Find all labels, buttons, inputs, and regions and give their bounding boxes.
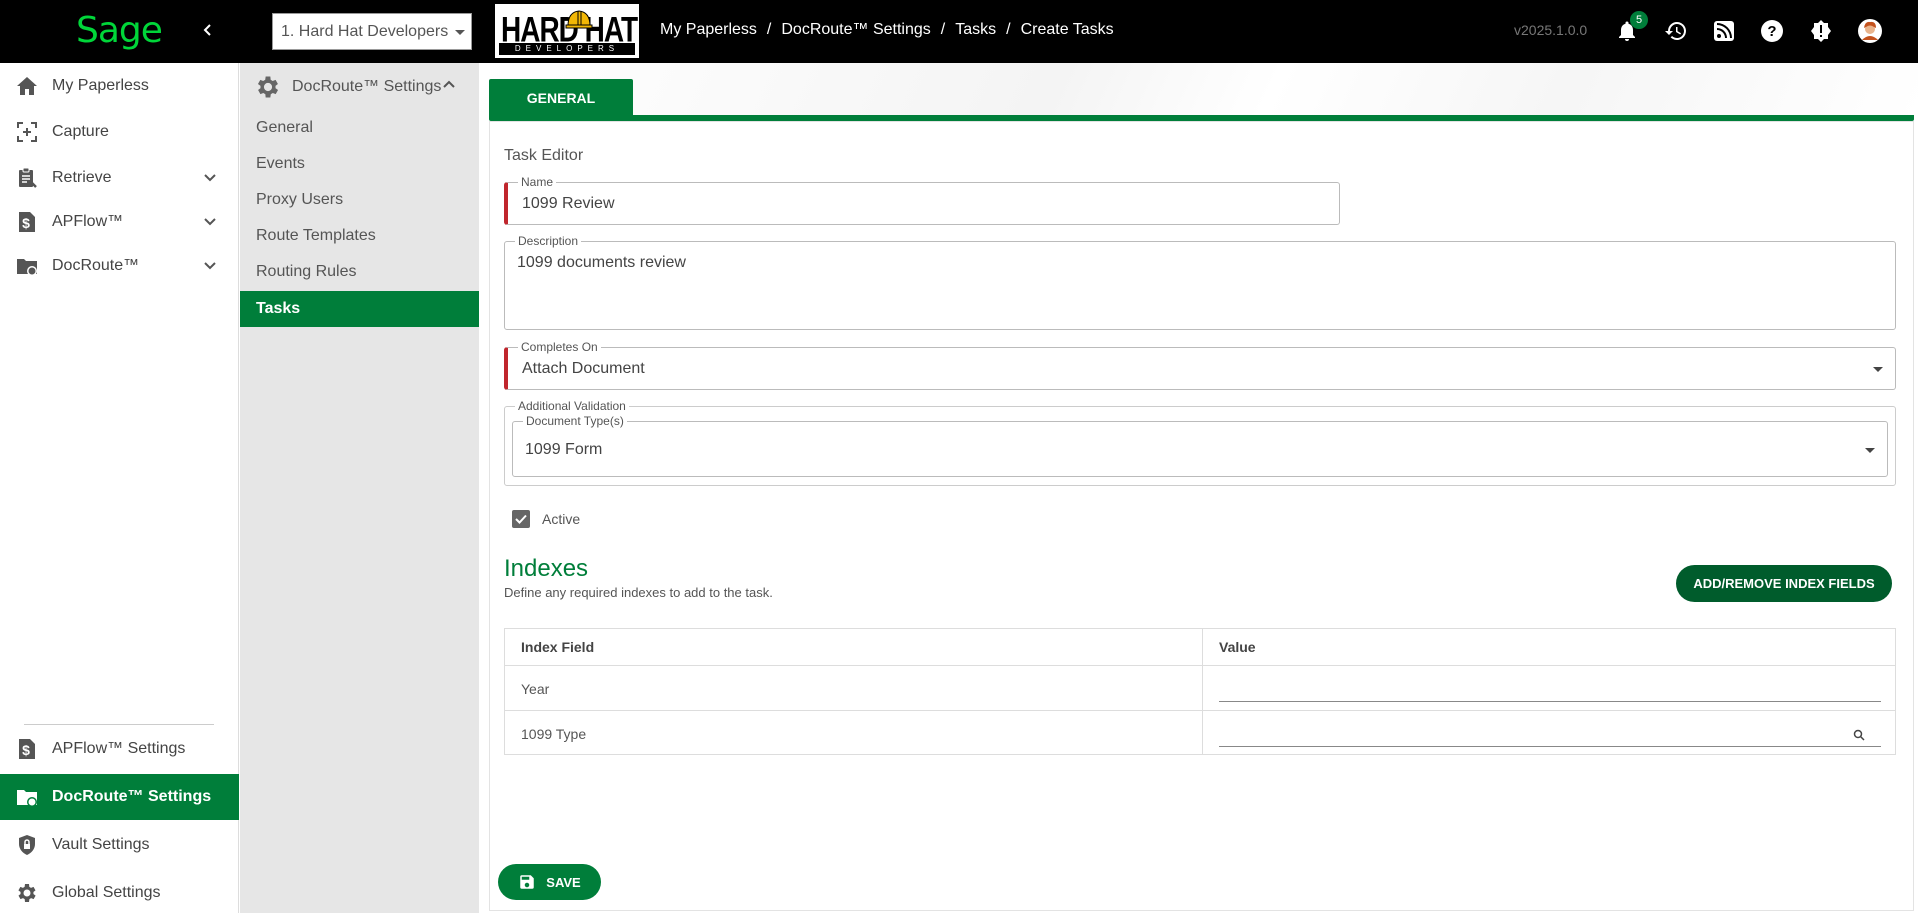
subnav-item-events[interactable]: Events xyxy=(240,146,479,182)
indexes-title: Indexes xyxy=(504,555,589,582)
name-field[interactable]: Name 1099 Review xyxy=(504,175,1340,225)
sidebar-item-docroute-settings[interactable]: DocRoute™ Settings xyxy=(0,774,239,820)
breadcrumb: My Paperless / DocRoute™ Settings / Task… xyxy=(660,21,1114,39)
subnav-item-proxy-users[interactable]: Proxy Users xyxy=(240,182,479,218)
checkbox-checked-icon xyxy=(512,510,530,528)
shield-lock-icon xyxy=(14,832,40,858)
subnav-item-tasks[interactable]: Tasks xyxy=(240,291,479,327)
collapse-sidebar-icon[interactable] xyxy=(196,18,220,42)
chevron-up-icon xyxy=(442,77,462,97)
folder-route-icon xyxy=(14,784,40,810)
table-row-field: 1099 Type xyxy=(521,726,587,742)
document-types-select[interactable]: Document Type(s) 1099 Form xyxy=(512,414,1888,477)
chevron-down-icon xyxy=(1865,448,1875,453)
user-avatar[interactable] xyxy=(1855,16,1885,46)
breadcrumb-tasks[interactable]: Tasks xyxy=(955,21,996,39)
svg-text:$: $ xyxy=(22,742,30,758)
chevron-down-icon xyxy=(455,30,465,35)
main-sidebar: My Paperless Capture Retrieve $ APFlow™ … xyxy=(0,63,239,913)
sidebar-divider xyxy=(24,724,214,725)
folder-route-icon xyxy=(14,253,40,279)
description-field[interactable]: Description 1099 documents review xyxy=(504,234,1896,330)
indexes-subtitle: Define any required indexes to add to th… xyxy=(504,585,773,600)
home-icon xyxy=(14,73,40,99)
dollar-doc-icon: $ xyxy=(14,209,40,235)
column-header-index-field: Index Field xyxy=(521,639,595,655)
save-icon xyxy=(520,875,535,889)
breadcrumb-my-paperless[interactable]: My Paperless xyxy=(660,21,757,39)
subnav-header-docroute-settings[interactable]: DocRoute™ Settings xyxy=(240,63,479,111)
task-editor-card xyxy=(489,121,1914,911)
rss-icon[interactable] xyxy=(1709,16,1739,46)
sidebar-item-capture[interactable]: Capture xyxy=(0,109,239,155)
main-content: GENERAL Task Editor Name 1099 Review Des… xyxy=(480,63,1918,913)
table-row-field: Year xyxy=(521,681,550,697)
history-icon[interactable] xyxy=(1661,16,1691,46)
sidebar-item-docroute[interactable]: DocRoute™ xyxy=(0,243,239,289)
chevron-down-icon xyxy=(200,168,220,188)
company-logo-subtext: DEVELOPERS xyxy=(499,43,635,55)
year-value-input[interactable] xyxy=(1219,674,1881,702)
gear-icon xyxy=(254,73,282,101)
company-logo: HARD HAT DEVELOPERS xyxy=(494,3,640,59)
hardhat-icon xyxy=(565,10,593,29)
task-editor-title: Task Editor xyxy=(504,147,584,164)
description-value: 1099 documents review xyxy=(517,254,686,271)
sidebar-item-my-paperless[interactable]: My Paperless xyxy=(0,63,239,109)
completes-on-value: Attach Document xyxy=(522,360,645,377)
sidebar-item-apflow-settings[interactable]: $ APFlow™ Settings xyxy=(0,726,239,772)
company-select-value: 1. Hard Hat Developers xyxy=(281,22,449,40)
subnav-item-route-templates[interactable]: Route Templates xyxy=(240,218,479,254)
help-icon[interactable]: ? xyxy=(1757,16,1787,46)
tab-general[interactable]: GENERAL xyxy=(489,79,633,117)
column-header-value: Value xyxy=(1219,639,1256,655)
version-label: v2025.1.0.0 xyxy=(1514,22,1588,38)
breadcrumb-docroute-settings[interactable]: DocRoute™ Settings xyxy=(781,21,930,39)
company-select[interactable]: 1. Hard Hat Developers xyxy=(272,13,472,50)
1099-type-value-input[interactable] xyxy=(1219,719,1881,747)
dollar-doc-icon: $ xyxy=(14,736,40,762)
chevron-down-icon xyxy=(1873,367,1883,372)
active-checkbox[interactable]: Active xyxy=(512,510,580,528)
breadcrumb-current: Create Tasks xyxy=(1020,21,1114,38)
sidebar-item-retrieve[interactable]: Retrieve xyxy=(0,155,239,201)
top-bar: Sage 1. Hard Hat Developers HARD HAT DEV… xyxy=(0,0,1918,63)
document-types-value: 1099 Form xyxy=(525,441,603,458)
sage-logo[interactable]: Sage xyxy=(76,10,163,51)
completes-on-select[interactable]: Completes On Attach Document xyxy=(504,340,1896,390)
subnav-item-general[interactable]: General xyxy=(240,110,479,146)
name-value: 1099 Review xyxy=(522,195,615,212)
sidebar-item-vault-settings[interactable]: Vault Settings xyxy=(0,822,239,868)
clipboard-icon xyxy=(14,165,40,191)
additional-validation-group: Additional Validation Document Type(s) 1… xyxy=(504,399,1896,486)
notification-badge: 5 xyxy=(1630,11,1648,29)
chevron-down-icon xyxy=(200,212,220,232)
settings-subnav: DocRoute™ Settings General Events Proxy … xyxy=(240,63,479,913)
subnav-item-routing-rules[interactable]: Routing Rules xyxy=(240,254,479,290)
search-icon[interactable] xyxy=(1853,728,1865,746)
indexes-table: Index Field Value Year 1099 Type xyxy=(504,628,1896,755)
sidebar-item-global-settings[interactable]: Global Settings xyxy=(0,870,239,913)
svg-text:$: $ xyxy=(22,215,30,231)
save-button[interactable]: SAVE xyxy=(498,864,601,900)
capture-icon xyxy=(14,119,40,145)
svg-text:?: ? xyxy=(1767,23,1776,40)
sidebar-item-apflow[interactable]: $ APFlow™ xyxy=(0,199,239,245)
gear-icon xyxy=(14,880,40,906)
chevron-down-icon xyxy=(200,256,220,276)
add-remove-index-fields-button[interactable]: ADD/REMOVE INDEX FIELDS xyxy=(1676,565,1892,602)
alert-icon[interactable] xyxy=(1806,16,1836,46)
